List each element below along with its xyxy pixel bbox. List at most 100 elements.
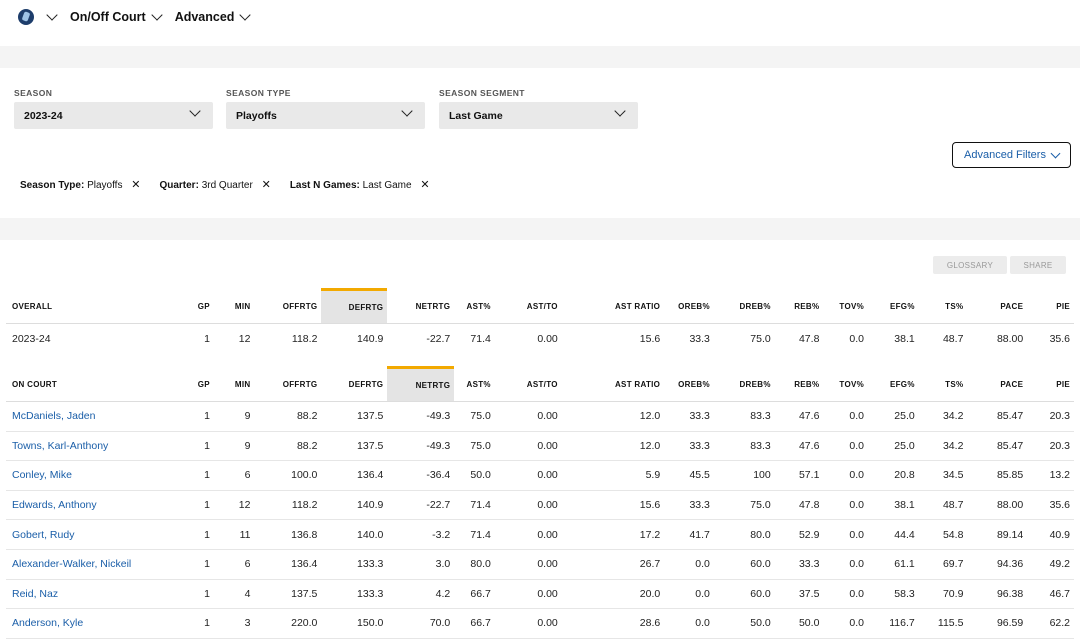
column-header-tov[interactable]: TOV%: [823, 367, 869, 402]
player-name-link[interactable]: Reid, Naz: [6, 579, 174, 610]
glossary-button[interactable]: GLOSSARY: [933, 256, 1007, 274]
table-row: 2023-24 1 12 118.2 140.9 -22.7 71.4 0.00 15.6 33.…: [6, 324, 1074, 354]
column-header-pace[interactable]: PACE: [967, 367, 1028, 402]
stat-cell: 118.2: [254, 490, 322, 521]
player-name-link[interactable]: Towns, Karl-Anthony: [6, 431, 174, 462]
stat-cell: 20.3: [1027, 431, 1074, 462]
player-name-link[interactable]: Anderson, Kyle: [6, 608, 174, 639]
player-name-link[interactable]: Edwards, Anthony: [6, 490, 174, 521]
chip-value: Last Game: [362, 180, 412, 191]
column-header-min[interactable]: MIN: [213, 367, 255, 402]
remove-filter-icon[interactable]: ✕: [420, 179, 429, 191]
stat-cell: 9: [213, 431, 255, 462]
column-header-pie[interactable]: PIE: [1027, 289, 1074, 324]
remove-filter-icon[interactable]: ✕: [131, 179, 140, 191]
share-button[interactable]: SHARE: [1010, 256, 1066, 274]
column-header-ts[interactable]: TS%: [918, 289, 968, 324]
stat-cell: 89.14: [967, 519, 1028, 550]
column-header-reb[interactable]: REB%: [774, 367, 824, 402]
filter-chip-quarter: Quarter: 3rd Quarter ✕: [159, 178, 270, 191]
column-header-reb[interactable]: REB%: [774, 289, 824, 324]
stat-cell: 47.8: [798, 332, 820, 345]
stat-cell: 52.9: [774, 519, 824, 550]
stat-cell: 48.7: [918, 490, 968, 521]
stat-cell: 1: [204, 332, 210, 345]
remove-filter-icon[interactable]: ✕: [262, 179, 271, 191]
view-dropdown[interactable]: On/Off Court: [70, 9, 163, 24]
column-header-offrtg[interactable]: OFFRTG: [254, 367, 322, 402]
stat-cell: 12: [213, 490, 255, 521]
stat-cell: 100: [713, 460, 775, 491]
column-header-defrtg[interactable]: DEFRTG: [321, 367, 388, 402]
chip-key: Season Type:: [20, 180, 85, 191]
stat-cell: 48.7: [942, 332, 964, 345]
player-name-link[interactable]: McDaniels, Jaden: [6, 401, 174, 432]
column-header-min[interactable]: MIN: [213, 289, 255, 324]
stat-cell: 137.5: [321, 431, 388, 462]
team-chevron-down-icon[interactable]: [46, 9, 58, 21]
stat-cell: 47.8: [774, 490, 824, 521]
column-header-ast-to[interactable]: AST/TO: [494, 367, 562, 402]
player-name-link[interactable]: Gobert, Rudy: [6, 519, 174, 550]
stat-cell: 3: [213, 608, 255, 639]
season-type-label: SEASON TYPE: [226, 88, 291, 98]
column-header-ast[interactable]: AST%: [454, 289, 495, 324]
player-name-link[interactable]: Alexander-Walker, Nickeil: [6, 549, 174, 580]
column-header-dreb[interactable]: DREB%: [713, 367, 775, 402]
advanced-filters-button[interactable]: Advanced Filters: [952, 142, 1071, 168]
season-type-select[interactable]: Playoffs: [226, 102, 425, 129]
column-header-oreb[interactable]: OREB%: [664, 289, 714, 324]
column-header-ast[interactable]: AST%: [454, 367, 495, 402]
player-name-link[interactable]: Conley, Mike: [6, 460, 174, 491]
stat-cell: 40.9: [1027, 519, 1074, 550]
column-header-pie[interactable]: PIE: [1027, 367, 1074, 402]
stat-cell: 66.7: [454, 579, 495, 610]
stat-cell: 45.5: [664, 460, 714, 491]
column-header-offrtg[interactable]: OFFRTG: [254, 289, 322, 324]
team-logo-icon[interactable]: [18, 9, 34, 25]
stat-cell: -22.7: [387, 490, 455, 521]
stat-cell: 136.8: [254, 519, 322, 550]
column-header-dreb[interactable]: DREB%: [713, 289, 775, 324]
stat-cell: 33.3: [664, 431, 714, 462]
stat-cell: 0.00: [494, 549, 562, 580]
season-select[interactable]: 2023-24: [14, 102, 213, 129]
mode-dropdown[interactable]: Advanced: [174, 9, 252, 24]
column-header-efg[interactable]: EFG%: [868, 367, 919, 402]
column-header-pace[interactable]: PACE: [967, 289, 1028, 324]
stat-cell: 20.0: [561, 579, 665, 610]
stat-cell: 115.5: [918, 608, 968, 639]
stat-cell: 0.00: [494, 401, 562, 432]
stat-cell: 70.0: [387, 608, 455, 639]
column-header-gp[interactable]: GP: [173, 289, 214, 324]
stat-cell: 0.0: [823, 519, 869, 550]
column-header-efg[interactable]: EFG%: [868, 289, 919, 324]
stat-cell: 57.1: [774, 460, 824, 491]
column-header-ts[interactable]: TS%: [918, 367, 968, 402]
on-court-table: ON COURT GP MIN OFFRTG DEFRTG NETRTG AST% AST/T…: [6, 366, 1074, 639]
stat-cell: 0.00: [537, 332, 558, 345]
stat-cell: 25.0: [868, 431, 919, 462]
column-header-defrtg[interactable]: DEFRTG: [321, 288, 388, 324]
chevron-down-icon: [401, 105, 413, 117]
stat-cell: 137.5: [254, 579, 322, 610]
stat-cell: 0.0: [849, 332, 865, 345]
table-row: Anderson, Kyle 1 3 220.0 150.0 70.0 66.7 0.00 28…: [6, 608, 1074, 639]
column-header-ast-ratio[interactable]: AST RATIO: [561, 289, 665, 324]
column-header-oreb[interactable]: OREB%: [664, 367, 714, 402]
stat-cell: 1: [173, 549, 214, 580]
stat-cell: -22.7: [426, 332, 451, 345]
column-header-ast-to[interactable]: AST/TO: [494, 289, 562, 324]
stat-cell: 150.0: [321, 608, 388, 639]
stat-cell: 44.4: [868, 519, 919, 550]
column-header-tov[interactable]: TOV%: [823, 289, 869, 324]
stat-cell: 0.0: [823, 460, 869, 491]
column-header-netrtg[interactable]: NETRTG: [387, 366, 455, 402]
stat-cell: 5.9: [561, 460, 665, 491]
mode-dropdown-label: Advanced: [174, 10, 235, 24]
column-header-gp[interactable]: GP: [173, 367, 214, 402]
column-header-netrtg[interactable]: NETRTG: [387, 289, 455, 324]
column-header-ast-ratio[interactable]: AST RATIO: [561, 367, 665, 402]
season-segment-select[interactable]: Last Game: [439, 102, 638, 129]
stat-cell: 75.0: [454, 401, 495, 432]
